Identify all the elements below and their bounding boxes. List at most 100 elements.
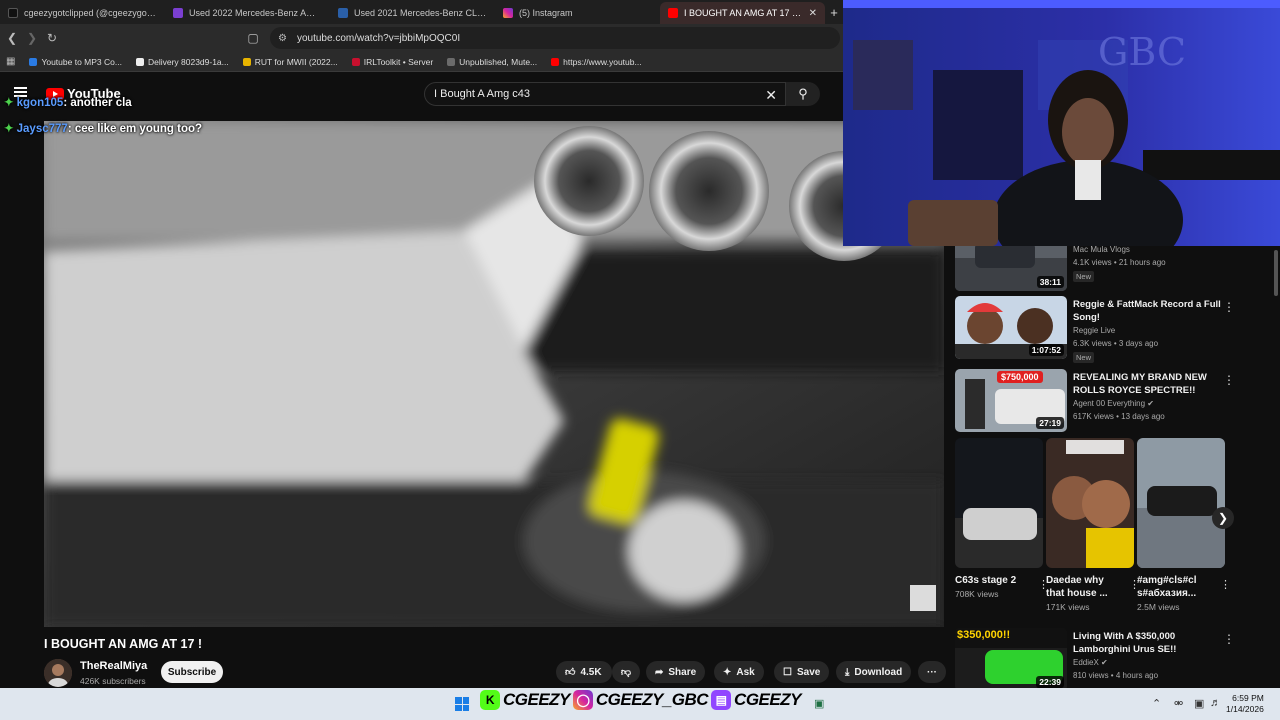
site-info-icon[interactable]: ⚙: [278, 33, 287, 44]
recommended-video[interactable]: 1:07:52 Reggie & FattMack Record a Full …: [955, 296, 1265, 364]
browser-tab[interactable]: Used 2022 Mercedes-Benz AMG CLA...: [165, 2, 330, 24]
instagram-favicon-icon: [503, 8, 513, 18]
video-thumbnail[interactable]: $350,000!! 22:39: [955, 628, 1067, 688]
more-options-icon[interactable]: ⋮: [1223, 373, 1235, 387]
instagram-icon: ◯: [572, 690, 593, 710]
chat-badge-icon: ✦: [4, 123, 14, 135]
search-input[interactable]: I Bought A Amg c43 ✕: [424, 82, 786, 106]
browser-tab[interactable]: Used 2021 Mercedes-Benz CLA45 AM...: [330, 2, 495, 24]
more-options-icon[interactable]: ⋮: [1220, 578, 1231, 591]
close-tab-icon[interactable]: ✕: [809, 8, 817, 19]
site-favicon-icon: [173, 8, 183, 18]
short-thumbnail[interactable]: [1137, 438, 1225, 568]
short-title[interactable]: C63s stage 2: [955, 574, 1033, 587]
short-item[interactable]: C63s stage 2 708K views ⋮: [955, 438, 1049, 599]
short-item[interactable]: #amg#cls#cl s#абхазия... 2.5M views ⋮: [1137, 438, 1231, 612]
browser-toolbar: ❮ ❯ ↻ ▢ ⚙ youtube.com/watch?v=jbbiMpOQC0…: [0, 24, 843, 52]
chevron-right-icon[interactable]: ❯: [1212, 507, 1234, 529]
forward-arrow-icon[interactable]: ❯: [22, 28, 42, 48]
social-handles-banner: K CGEEZY ◯ CGEEZY_GBC ▤ CGEEZY: [480, 690, 801, 710]
channel-avatar[interactable]: [44, 659, 72, 687]
chat-username: Jaysc777: [16, 123, 68, 135]
browser-tab[interactable]: (5) Instagram: [495, 2, 660, 24]
ask-button[interactable]: ✦ Ask: [714, 661, 764, 683]
video-meta: 4.1K views • 21 hours ago: [1073, 258, 1166, 267]
video-thumbnail[interactable]: 1:07:52: [955, 296, 1067, 359]
chevron-up-icon[interactable]: ⌃: [1152, 697, 1161, 710]
system-clock[interactable]: 6:59 PM 1/14/2026: [1226, 693, 1264, 715]
channel-name-text: Agent 00 Everything: [1073, 399, 1146, 408]
channel-name[interactable]: TheRealMiya: [80, 660, 147, 672]
volume-icon[interactable]: ♬: [1210, 697, 1221, 709]
more-options-icon[interactable]: ⋮: [1223, 632, 1235, 646]
recommended-video[interactable]: $750,000 27:19 REVEALING MY BRAND NEW RO…: [955, 369, 1265, 437]
short-item[interactable]: Daedae why that house ... 171K views ⋮: [1046, 438, 1140, 612]
address-bar[interactable]: ⚙ youtube.com/watch?v=jbbiMpOQC0I: [270, 27, 840, 49]
channel-name[interactable]: Mac Mula Vlogs: [1073, 246, 1130, 254]
download-label: Download: [854, 666, 903, 678]
video-title[interactable]: REVEALING MY BRAND NEW ROLLS ROYCE SPECT…: [1073, 371, 1223, 397]
like-count: 4.5K: [580, 666, 602, 678]
tab-title: cgeezygotclipped (@cgeezygotclipp...: [24, 8, 157, 18]
browser-tab-active[interactable]: I BOUGHT AN AMG AT 17 ! - ... ✕: [660, 2, 825, 24]
channel-name[interactable]: EddieX ✔: [1073, 658, 1108, 667]
bookmark-item[interactable]: Unpublished, Mute...: [447, 57, 537, 67]
short-thumbnail[interactable]: [1046, 438, 1134, 568]
ask-label: Ask: [736, 666, 755, 678]
bookmarks-bar: ▦ Youtube to MP3 Co... Delivery 8023d9-1…: [0, 52, 843, 72]
short-title[interactable]: #amg#cls#cl s#абхазия...: [1137, 574, 1215, 600]
kick-icon: K: [480, 690, 500, 710]
bookmark-label: https://www.youtub...: [563, 56, 642, 67]
bookmark-item[interactable]: RUT for MWII (2022...: [242, 57, 338, 67]
short-views: 2.5M views: [1137, 602, 1180, 612]
share-button[interactable]: ➦ Share: [646, 661, 706, 683]
save-icon: ☐: [783, 666, 792, 678]
download-icon: ⤓: [845, 666, 850, 678]
wall-sign: GBC: [1098, 30, 1186, 74]
bookmark-icon[interactable]: ▢: [243, 28, 263, 48]
back-arrow-icon[interactable]: ❮: [2, 28, 22, 48]
download-button[interactable]: ⤓ Download: [836, 661, 912, 683]
short-thumbnail[interactable]: [955, 438, 1043, 568]
search-button[interactable]: ⚲: [786, 82, 820, 106]
browser-tab[interactable]: cgeezygotclipped (@cgeezygotclipp...: [0, 2, 165, 24]
subscribe-button[interactable]: Subscribe: [161, 661, 223, 683]
reload-icon[interactable]: ↻: [42, 28, 62, 48]
price-badge: $750,000: [997, 371, 1043, 383]
video-title[interactable]: Reggie & FattMack Record a Full Song!: [1073, 298, 1223, 324]
save-button[interactable]: ☐ Save: [774, 661, 830, 683]
windows-start-icon[interactable]: [455, 697, 469, 711]
dislike-button[interactable]: 👎︎: [612, 661, 640, 683]
short-thumbnail-image: [1137, 438, 1225, 568]
video-player[interactable]: [44, 121, 944, 627]
bookmark-item[interactable]: Delivery 8023d9-1a...: [135, 57, 229, 67]
video-meta: 617K views • 13 days ago: [1073, 412, 1165, 421]
channel-name[interactable]: Agent 00 Everything ✔: [1073, 399, 1154, 408]
channel-name[interactable]: Reggie Live: [1073, 326, 1115, 335]
display-icon[interactable]: ▣: [1194, 697, 1204, 710]
more-options-icon[interactable]: ⋮: [1223, 300, 1235, 314]
video-duration: 1:07:52: [1028, 344, 1064, 356]
video-thumbnail[interactable]: $750,000 27:19: [955, 369, 1067, 432]
video-title[interactable]: Living With A $350,000 Lamborghini Urus …: [1073, 630, 1223, 656]
bookmark-favicon-icon: [447, 57, 456, 66]
recommended-video[interactable]: $350,000!! 22:39 Living With A $350,000 …: [955, 628, 1265, 688]
microphone-icon[interactable]: ⚮: [1174, 697, 1183, 710]
new-tab-button[interactable]: +: [825, 2, 843, 24]
more-actions-button[interactable]: ···: [918, 661, 946, 683]
video-thumbnail[interactable]: 38:11: [955, 246, 1067, 291]
webcam-overlay: GBC: [843, 0, 1280, 246]
short-title[interactable]: Daedae why that house ...: [1046, 574, 1124, 600]
bookmark-item[interactable]: IRLToolkit • Server: [351, 57, 433, 67]
scrollbar[interactable]: [1274, 250, 1278, 296]
short-thumbnail-image: [1046, 438, 1134, 568]
twitch-icon: ▤: [711, 690, 732, 710]
clear-search-icon[interactable]: ✕: [765, 87, 777, 104]
like-button[interactable]: 👍︎ 4.5K: [556, 661, 612, 683]
bookmark-item[interactable]: https://www.youtub...: [551, 56, 642, 67]
bookmark-item[interactable]: Youtube to MP3 Co...: [29, 57, 122, 67]
twitch-handle: CGEEZY: [734, 690, 801, 709]
site-favicon-icon: [338, 8, 348, 18]
excel-app-icon[interactable]: ▣: [814, 697, 824, 710]
apps-grid-icon[interactable]: ▦: [6, 56, 15, 67]
